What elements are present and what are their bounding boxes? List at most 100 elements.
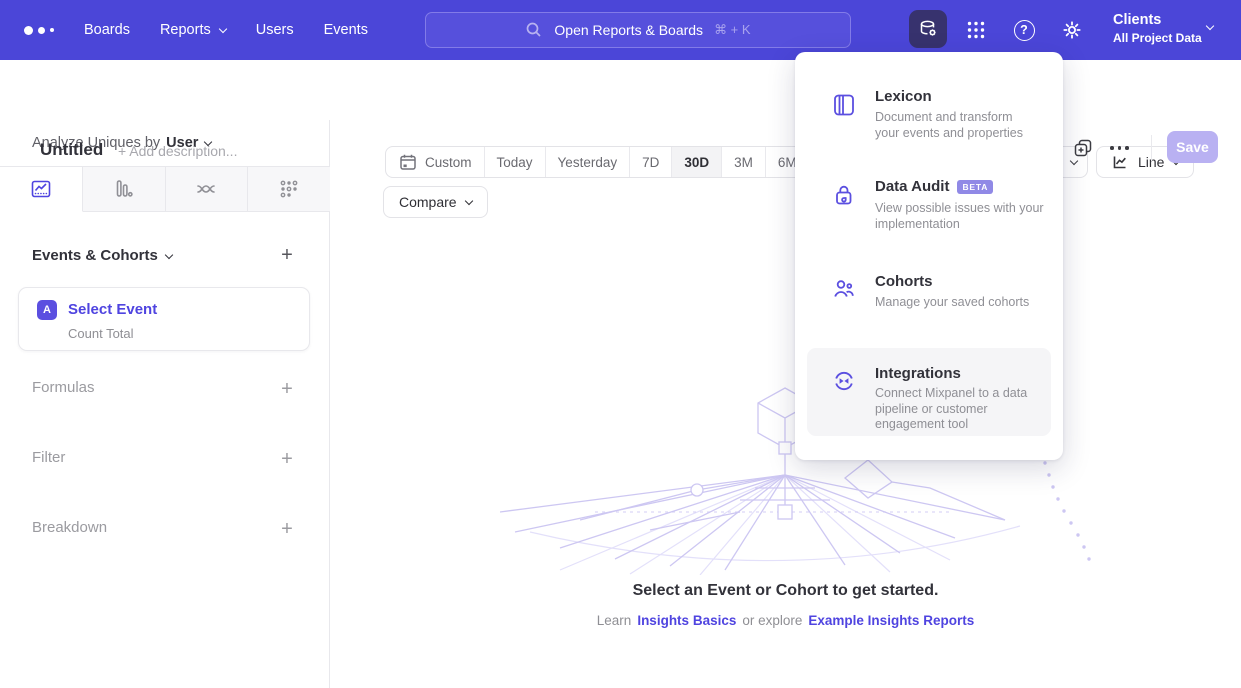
date-range-control: Custom Today Yesterday 7D 30D 3M 6M: [385, 146, 810, 178]
database-gear-icon: [917, 18, 939, 40]
menu-item-title: Data Audit: [875, 178, 949, 195]
search-icon: [525, 21, 543, 39]
add-breakdown-button[interactable]: +: [277, 519, 297, 539]
select-event-label[interactable]: Select Event: [68, 301, 157, 318]
save-button[interactable]: Save: [1167, 131, 1218, 163]
nav-item-users[interactable]: Users: [256, 22, 294, 38]
report-title[interactable]: Untitled: [40, 140, 103, 160]
toolbar-divider: [1151, 135, 1152, 161]
nav-links: Boards Reports Users Events: [84, 0, 368, 60]
mixpanel-logo[interactable]: [24, 0, 54, 60]
chevron-down-icon: [464, 197, 472, 205]
compare-label: Compare: [399, 194, 457, 210]
events-cohorts-header[interactable]: Events & Cohorts: [32, 247, 172, 264]
chevron-down-icon: [218, 25, 226, 33]
search-shortcut: ⌘ + K: [714, 22, 751, 38]
breakdown-label: Breakdown: [32, 519, 107, 536]
nav-item-events[interactable]: Events: [324, 22, 368, 38]
add-event-button[interactable]: +: [277, 245, 297, 265]
date-range-7d[interactable]: 7D: [629, 147, 671, 177]
beta-badge: BETA: [957, 180, 993, 194]
lexicon-book-icon: [831, 92, 857, 118]
global-search-input[interactable]: Open Reports & Boards ⌘ + K: [425, 12, 851, 48]
flow-chart-icon: [194, 177, 218, 201]
search-placeholder: Open Reports & Boards: [554, 22, 703, 38]
nav-label: Boards: [84, 22, 130, 38]
apps-grid-button[interactable]: [958, 12, 994, 48]
ellipsis-icon: [1118, 146, 1122, 150]
filter-label: Filter: [32, 449, 65, 466]
help-button[interactable]: ?: [1006, 12, 1042, 48]
date-range-30d-selected[interactable]: 30D: [671, 147, 721, 177]
chevron-down-icon: [1206, 22, 1214, 30]
data-management-menu: Lexicon Document and transform your even…: [795, 52, 1063, 460]
events-cohorts-label: Events & Cohorts: [32, 247, 158, 264]
data-management-button[interactable]: [909, 10, 947, 48]
menu-item-description: Document and transform your events and p…: [875, 110, 1033, 141]
nav-item-boards[interactable]: Boards: [84, 22, 130, 38]
nav-label: Users: [256, 22, 294, 38]
menu-item-cohorts[interactable]: Cohorts: [875, 273, 933, 290]
insights-chart-icon: [29, 177, 53, 201]
more-options-button[interactable]: [1110, 146, 1129, 150]
grid-dots-icon: [965, 19, 987, 41]
empty-state-subline: Learn Insights Basics or explore Example In…: [330, 613, 1241, 628]
tab-flow-chart[interactable]: [166, 167, 249, 212]
question-mark-icon: ?: [1014, 20, 1035, 41]
project-name: Clients: [1113, 11, 1202, 30]
date-range-today[interactable]: Today: [484, 147, 545, 177]
example-reports-link[interactable]: Example Insights Reports: [808, 613, 974, 628]
integrations-sync-icon: [831, 368, 857, 394]
settings-button[interactable]: [1054, 12, 1090, 48]
menu-item-data-audit[interactable]: Data Audit BETA: [875, 178, 993, 195]
add-filter-button[interactable]: +: [277, 449, 297, 469]
nav-item-reports[interactable]: Reports: [160, 22, 226, 38]
count-total-label[interactable]: Count Total: [68, 326, 134, 341]
date-range-custom[interactable]: Custom: [386, 147, 484, 177]
menu-item-integrations[interactable]: Integrations: [875, 365, 961, 382]
tab-metric-chart[interactable]: [248, 167, 330, 212]
date-range-label: 30D: [684, 155, 709, 170]
empty-state-headline: Select an Event or Cohort to get started…: [330, 582, 1241, 600]
date-range-label: Today: [497, 155, 533, 170]
duplicate-report-button[interactable]: [1072, 137, 1094, 159]
empty-state-prefix: Learn: [597, 613, 632, 628]
top-navbar: Boards Reports Users Events Open Reports…: [0, 0, 1241, 60]
formulas-label: Formulas: [32, 379, 95, 396]
compare-dropdown[interactable]: Compare: [383, 186, 488, 218]
menu-item-description: Manage your saved cohorts: [875, 295, 1065, 311]
metric-dots-icon: [277, 177, 301, 201]
menu-item-description: View possible issues with your implement…: [875, 201, 1065, 232]
ellipsis-icon: [1125, 146, 1129, 150]
date-range-label: 3M: [734, 155, 753, 170]
menu-item-title: Integrations: [875, 365, 961, 382]
ellipsis-icon: [1110, 146, 1114, 150]
bar-chart-icon: [112, 177, 136, 201]
date-range-label: 6M: [778, 155, 797, 170]
date-range-label: 7D: [642, 155, 659, 170]
gear-icon: [1061, 19, 1083, 41]
tab-insights-line[interactable]: [0, 167, 83, 212]
tab-bar-chart[interactable]: [83, 167, 166, 212]
menu-item-description: Connect Mixpanel to a data pipeline or c…: [875, 386, 1047, 433]
menu-item-lexicon[interactable]: Lexicon: [875, 88, 932, 105]
insights-basics-link[interactable]: Insights Basics: [637, 613, 736, 628]
data-audit-lock-icon: [831, 182, 857, 208]
date-range-label: Custom: [425, 155, 472, 170]
add-description-field[interactable]: + Add description...: [118, 143, 237, 159]
project-scope: All Project Data: [1113, 30, 1202, 46]
project-selector[interactable]: Clients All Project Data: [1113, 11, 1202, 46]
event-letter-badge: A: [37, 300, 57, 320]
date-range-3m[interactable]: 3M: [721, 147, 765, 177]
menu-item-title: Cohorts: [875, 273, 933, 290]
empty-state-middle: or explore: [742, 613, 802, 628]
add-formula-button[interactable]: +: [277, 379, 297, 399]
nav-label: Reports: [160, 22, 211, 38]
date-range-yesterday[interactable]: Yesterday: [545, 147, 630, 177]
select-event-card[interactable]: A Select Event Count Total: [18, 287, 310, 351]
nav-label: Events: [324, 22, 368, 38]
menu-item-title: Lexicon: [875, 88, 932, 105]
line-chart-icon: [1111, 153, 1129, 171]
query-builder-sidebar: Analyze Uniques by User Events & Cohorts…: [0, 120, 330, 688]
date-range-label: Yesterday: [558, 155, 618, 170]
